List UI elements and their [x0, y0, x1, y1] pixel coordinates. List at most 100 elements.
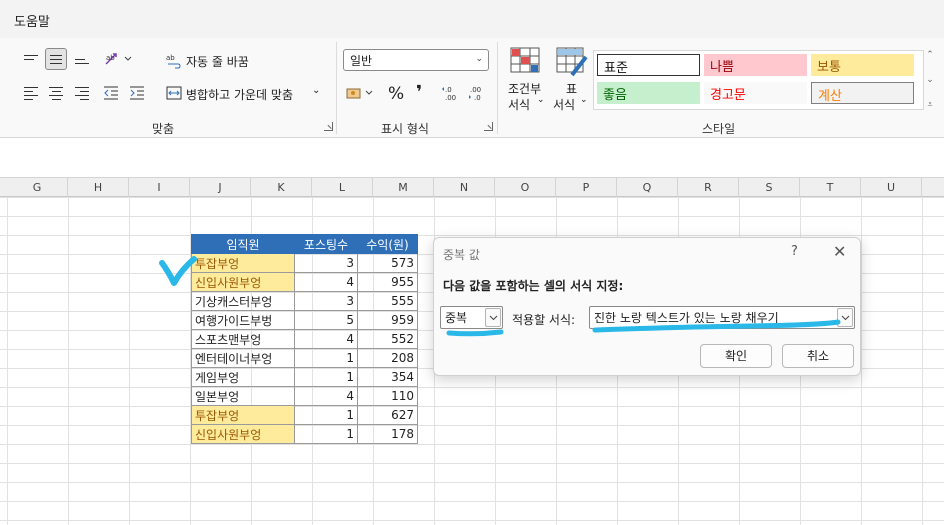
table-cell-revenue[interactable]: 552 [357, 329, 418, 349]
table-cell-revenue[interactable]: 573 [357, 253, 418, 273]
column-header-n[interactable]: N [434, 178, 495, 197]
column-header-p[interactable]: P [556, 178, 617, 197]
column-header-r[interactable]: R [678, 178, 739, 197]
cell-style-item[interactable]: 나쁨 [704, 54, 807, 76]
gallery-scroll[interactable]: ⌃ ⌄ ⩡ [924, 50, 936, 110]
column-header-k[interactable]: K [251, 178, 312, 197]
cell-style-item[interactable]: 경고문 [704, 82, 807, 104]
table-cell-posts[interactable]: 4 [294, 272, 358, 292]
conditional-formatting-icon[interactable] [510, 47, 540, 75]
table-header-cell[interactable]: 포스팅수 [294, 234, 358, 254]
cell-style-item[interactable]: 표준 [597, 54, 700, 76]
table-cell-posts[interactable]: 3 [294, 253, 358, 273]
accounting-format-icon[interactable] [345, 82, 377, 104]
gallery-expand-icon[interactable]: ⩡ [927, 100, 932, 110]
table-cell-posts[interactable]: 4 [294, 329, 358, 349]
column-header-l[interactable]: L [312, 178, 373, 197]
comma-button[interactable]: ❜ [416, 82, 422, 103]
chevron-down-icon: ⌄ [475, 54, 483, 64]
column-header-g[interactable]: G [7, 178, 68, 197]
table-cell-revenue[interactable]: 110 [357, 386, 418, 406]
cell-style-item[interactable]: 좋음 [597, 82, 700, 104]
format-as-table-icon[interactable] [556, 47, 588, 77]
wrap-text-button[interactable]: 자동 줄 바꿈 [186, 53, 249, 70]
number-launcher-icon[interactable] [484, 122, 493, 131]
align-left-icon[interactable] [20, 82, 42, 104]
table-cell-revenue[interactable]: 627 [357, 405, 418, 425]
chevron-up-icon[interactable]: ⌃ [926, 50, 934, 60]
table-cell-revenue[interactable]: 955 [357, 272, 418, 292]
increase-decimal-icon[interactable]: .0.00 [440, 82, 462, 104]
cell-styles-gallery: 표준 나쁨 보통좋음 경고문 계산 [593, 50, 924, 110]
cell-style-item[interactable]: 보통 [811, 54, 914, 76]
dialog-title: 중복 값 [443, 248, 480, 262]
table-cell-name[interactable]: 스포츠맨부엉 [191, 329, 295, 349]
merge-dropdown-icon[interactable]: ⌄ [312, 85, 320, 96]
table-cell-revenue[interactable]: 555 [357, 291, 418, 311]
table-cell-name[interactable]: 투잡부엉 [191, 253, 295, 273]
table-cell-name[interactable]: 신입사원부엉 [191, 424, 295, 444]
format-as-table-label2[interactable]: 서식 [553, 96, 575, 113]
column-header-h[interactable]: H [68, 178, 129, 197]
styles-group-label: 스타일 [702, 122, 736, 136]
table-cell-revenue[interactable]: 178 [357, 424, 418, 444]
table-row: 엔터테이너부엉 1 208 [191, 348, 418, 368]
cell-style-item[interactable]: 계산 [811, 82, 914, 104]
number-format-select[interactable]: 일반 ⌄ [343, 49, 489, 71]
menu-bar: 도움말 [0, 0, 944, 38]
table-cell-posts[interactable]: 1 [294, 424, 358, 444]
column-header-o[interactable]: O [495, 178, 556, 197]
table-cell-posts[interactable]: 4 [294, 386, 358, 406]
align-bottom-icon[interactable] [71, 48, 93, 70]
ok-button[interactable]: 확인 [700, 344, 772, 368]
percent-button[interactable]: % [388, 84, 404, 104]
table-cell-name[interactable]: 투잡부엉 [191, 405, 295, 425]
table-cell-name[interactable]: 일본부엉 [191, 386, 295, 406]
align-right-icon[interactable] [71, 82, 93, 104]
column-header-i[interactable]: I [129, 178, 190, 197]
table-cell-name[interactable]: 여행가이드부벙 [191, 310, 295, 330]
table-cell-posts[interactable]: 5 [294, 310, 358, 330]
table-header-row: 임직원 포스팅수 수익(원) [191, 234, 418, 254]
column-header-s[interactable]: S [739, 178, 800, 197]
table-cell-name[interactable]: 신입사원부엉 [191, 272, 295, 292]
number-group-label: 표시 형식 [381, 122, 429, 136]
align-middle-icon[interactable] [45, 48, 67, 70]
column-header-m[interactable]: M [373, 178, 434, 197]
table-cell-revenue[interactable]: 208 [357, 348, 418, 368]
cancel-button[interactable]: 취소 [782, 344, 854, 368]
table-cell-posts[interactable]: 3 [294, 291, 358, 311]
table-cell-name[interactable]: 엔터테이너부엉 [191, 348, 295, 368]
ribbon: ab ab 자동 줄 바꿈 병합하고 가운데 맞춤 ⌄ 맞춤 일반 ⌄ % ❜ … [0, 38, 944, 138]
column-header-q[interactable]: Q [617, 178, 678, 197]
help-icon[interactable]: ? [791, 244, 798, 259]
table-cell-name[interactable]: 게임부엉 [191, 367, 295, 387]
table-cell-revenue[interactable]: 959 [357, 310, 418, 330]
chevron-down-icon[interactable]: ⌄ [926, 75, 934, 85]
number-format-value: 일반 [350, 54, 373, 68]
format-as-table-label1[interactable]: 표 [566, 80, 577, 97]
table-cell-revenue[interactable]: 354 [357, 367, 418, 387]
table-cell-posts[interactable]: 1 [294, 405, 358, 425]
svg-text:.0: .0 [445, 86, 452, 94]
column-header-u[interactable]: U [861, 178, 922, 197]
column-header-j[interactable]: J [190, 178, 251, 197]
table-cell-posts[interactable]: 1 [294, 367, 358, 387]
close-icon[interactable]: ✕ [833, 242, 846, 261]
table-header-cell[interactable]: 임직원 [191, 234, 295, 254]
conditional-formatting-label2[interactable]: 서식 [508, 96, 530, 113]
table-header-cell[interactable]: 수익(원) [357, 234, 418, 254]
menu-help[interactable]: 도움말 [14, 11, 50, 30]
merge-center-button[interactable]: 병합하고 가운데 맞춤 [186, 86, 293, 103]
column-header-t[interactable]: T [800, 178, 861, 197]
table-cell-name[interactable]: 기상캐스터부엉 [191, 291, 295, 311]
table-cell-posts[interactable]: 1 [294, 348, 358, 368]
decrease-indent-icon[interactable] [100, 82, 122, 104]
align-center-icon[interactable] [45, 82, 67, 104]
alignment-launcher-icon[interactable] [324, 122, 333, 131]
chevron-down-icon[interactable] [485, 308, 501, 327]
increase-indent-icon[interactable] [126, 82, 148, 104]
align-top-icon[interactable] [20, 48, 42, 70]
orientation-icon[interactable]: ab [100, 48, 136, 70]
decrease-decimal-icon[interactable]: .00.0 [467, 82, 489, 104]
